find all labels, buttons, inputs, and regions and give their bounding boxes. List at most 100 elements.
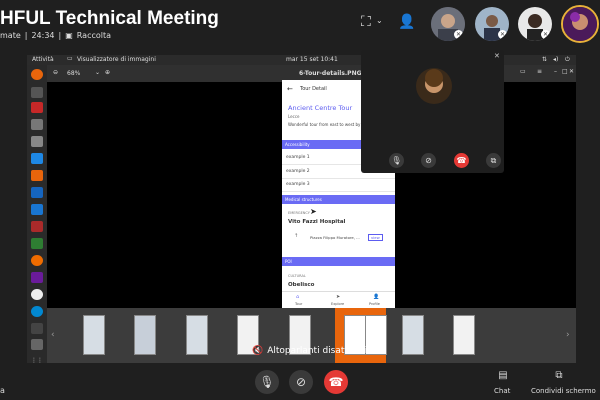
thumbnail[interactable] — [186, 315, 208, 355]
phone-header-title: Tour Detail — [300, 86, 327, 92]
close-icon[interactable]: ✕ — [569, 68, 574, 75]
filename: 6-Tour-details.PNG — [299, 70, 362, 77]
structure-address: Piazza Filippo Muratore, ... — [310, 235, 360, 240]
structures-header: Medical structures — [282, 195, 395, 204]
explore-nav-icon[interactable]: ➤ — [336, 294, 340, 300]
avatar[interactable]: ✕ — [518, 7, 552, 41]
expand-icon[interactable]: ⧉ — [486, 153, 501, 168]
app-icon[interactable] — [31, 238, 43, 249]
nav-explore[interactable]: Explore — [331, 302, 344, 306]
avatar-photo — [563, 7, 597, 41]
share-screen-label[interactable]: Condividi schermo — [531, 387, 596, 395]
poi-header: POI — [282, 257, 395, 266]
app-icon[interactable] — [31, 323, 43, 334]
layout-icon[interactable]: ⛶ — [361, 14, 371, 30]
meeting-duration: 24:34 — [31, 31, 55, 40]
structure-label: EMERGENCY — [288, 211, 310, 215]
tour-nav-icon[interactable]: ⌂ — [296, 294, 299, 300]
camera-off-button[interactable]: ⊘ — [289, 370, 313, 394]
view-button[interactable]: view — [368, 234, 383, 241]
skype-icon[interactable] — [31, 306, 43, 317]
hangup-button[interactable]: ☎ — [324, 370, 348, 394]
clock: mar 15 set 10:41 — [286, 56, 338, 63]
power-icon[interactable]: ⏻ — [565, 56, 570, 64]
menu-icon[interactable]: ≡ — [537, 68, 542, 75]
poi-name: Obelisco — [288, 282, 315, 288]
add-person-icon[interactable]: 👤 — [398, 14, 415, 30]
firefox-icon[interactable] — [31, 69, 43, 80]
thumbnail[interactable] — [365, 315, 387, 355]
speaker-notice-text: Altoparlanti disattivati — [267, 346, 368, 356]
terminal-icon[interactable] — [31, 136, 43, 147]
minimize-icon[interactable]: – — [554, 68, 557, 75]
thumbnail[interactable] — [402, 315, 424, 355]
back-arrow-icon[interactable]: ← — [287, 85, 293, 93]
files-icon[interactable] — [31, 119, 43, 130]
profile-nav-icon[interactable]: 👤 — [373, 294, 379, 300]
video-off-icon[interactable]: ⊘ — [421, 153, 436, 168]
scroll-left-icon[interactable]: ‹ — [51, 330, 55, 340]
vscode-icon[interactable] — [31, 204, 43, 215]
network-icon[interactable]: ⇅ — [542, 56, 547, 63]
image-viewer-icon[interactable] — [31, 339, 43, 350]
jetbrains-icon[interactable] — [31, 221, 43, 232]
writer-icon[interactable] — [31, 153, 43, 164]
chevron-down-icon[interactable]: ⌄ — [376, 16, 383, 25]
video-off-icon: ⊘ — [295, 375, 307, 389]
speaker-muted-icon: 🔇 — [252, 346, 264, 356]
separator: | — [24, 31, 28, 40]
app-name[interactable]: Visualizzatore di immagini — [77, 56, 156, 63]
text-editor-icon[interactable] — [31, 187, 43, 198]
thumbnail[interactable] — [453, 315, 475, 355]
mute-mic-button[interactable]: 🎙 — [255, 370, 279, 394]
filezilla-icon[interactable] — [31, 102, 43, 113]
meeting-title: HFUL Technical Meeting — [0, 8, 219, 29]
chat-label[interactable]: Chat — [494, 387, 510, 395]
zoom-level[interactable]: 68% — [67, 70, 80, 77]
slideshow-icon[interactable]: ▭ — [520, 68, 526, 75]
chat-icon[interactable]: ▤ — [493, 370, 513, 381]
app-icon: ▭ — [67, 55, 73, 62]
mic-icon[interactable]: 🎙 — [389, 153, 404, 168]
location-pin-icon: ↑ — [294, 233, 299, 239]
zoom-in-icon[interactable]: ⊕ — [105, 69, 110, 76]
thumbnail[interactable] — [83, 315, 105, 355]
collection-icon: ▣ — [65, 31, 73, 40]
structure-name: Vito Fazzi Hospital — [288, 219, 346, 225]
muted-mic-icon: ✕ — [454, 30, 463, 39]
speaker-notice: 🔇 Altoparlanti disattivati — [252, 346, 367, 356]
thumbnail[interactable] — [134, 315, 156, 355]
hangup-icon: ☎ — [328, 375, 344, 389]
dock: ⋮⋮ — [27, 65, 47, 363]
avatar-active-speaker[interactable] — [561, 5, 599, 43]
volume-icon[interactable]: ◂) — [553, 56, 558, 63]
separator: | — [58, 31, 62, 40]
close-icon[interactable]: ✕ — [494, 52, 500, 60]
list-item[interactable]: example 3 — [282, 178, 395, 192]
activities-label[interactable]: Attività — [32, 56, 54, 63]
collection-label: Raccolta — [76, 31, 112, 40]
share-screen-icon[interactable]: ⧉ — [549, 370, 569, 381]
scroll-right-icon[interactable]: › — [566, 330, 570, 340]
app-icon[interactable] — [31, 87, 43, 98]
zoom-dropdown-icon[interactable]: ⌄ — [95, 69, 100, 76]
app-icon[interactable] — [31, 255, 43, 266]
avatar[interactable]: ✕ — [431, 7, 465, 41]
muted-mic-icon: ✕ — [498, 30, 507, 39]
bottom-nav: ⌂ Tour ➤ Explore 👤 Profile — [282, 291, 395, 308]
nav-profile[interactable]: Profile — [369, 302, 380, 306]
chrome-icon[interactable] — [31, 289, 43, 300]
mic-off-icon: 🎙 — [259, 375, 275, 389]
self-avatar — [416, 68, 452, 104]
avatar[interactable]: ✕ — [475, 7, 509, 41]
hangup-icon[interactable]: ☎ — [454, 153, 469, 168]
nav-tour[interactable]: Tour — [295, 302, 302, 306]
zoom-out-icon[interactable]: ⊖ — [53, 69, 58, 76]
meeting-subtitle: mate | 24:34 | ▣ Raccolta — [0, 31, 111, 40]
self-video-pip[interactable]: ✕ 🎙 ⊘ ☎ ⧉ — [361, 50, 504, 173]
apps-grid-icon[interactable]: ⋮⋮ — [31, 357, 43, 363]
impress-icon[interactable] — [31, 170, 43, 181]
app-icon[interactable] — [31, 272, 43, 283]
maximize-icon[interactable]: □ — [562, 68, 568, 75]
muted-mic-icon: ✕ — [541, 30, 550, 39]
